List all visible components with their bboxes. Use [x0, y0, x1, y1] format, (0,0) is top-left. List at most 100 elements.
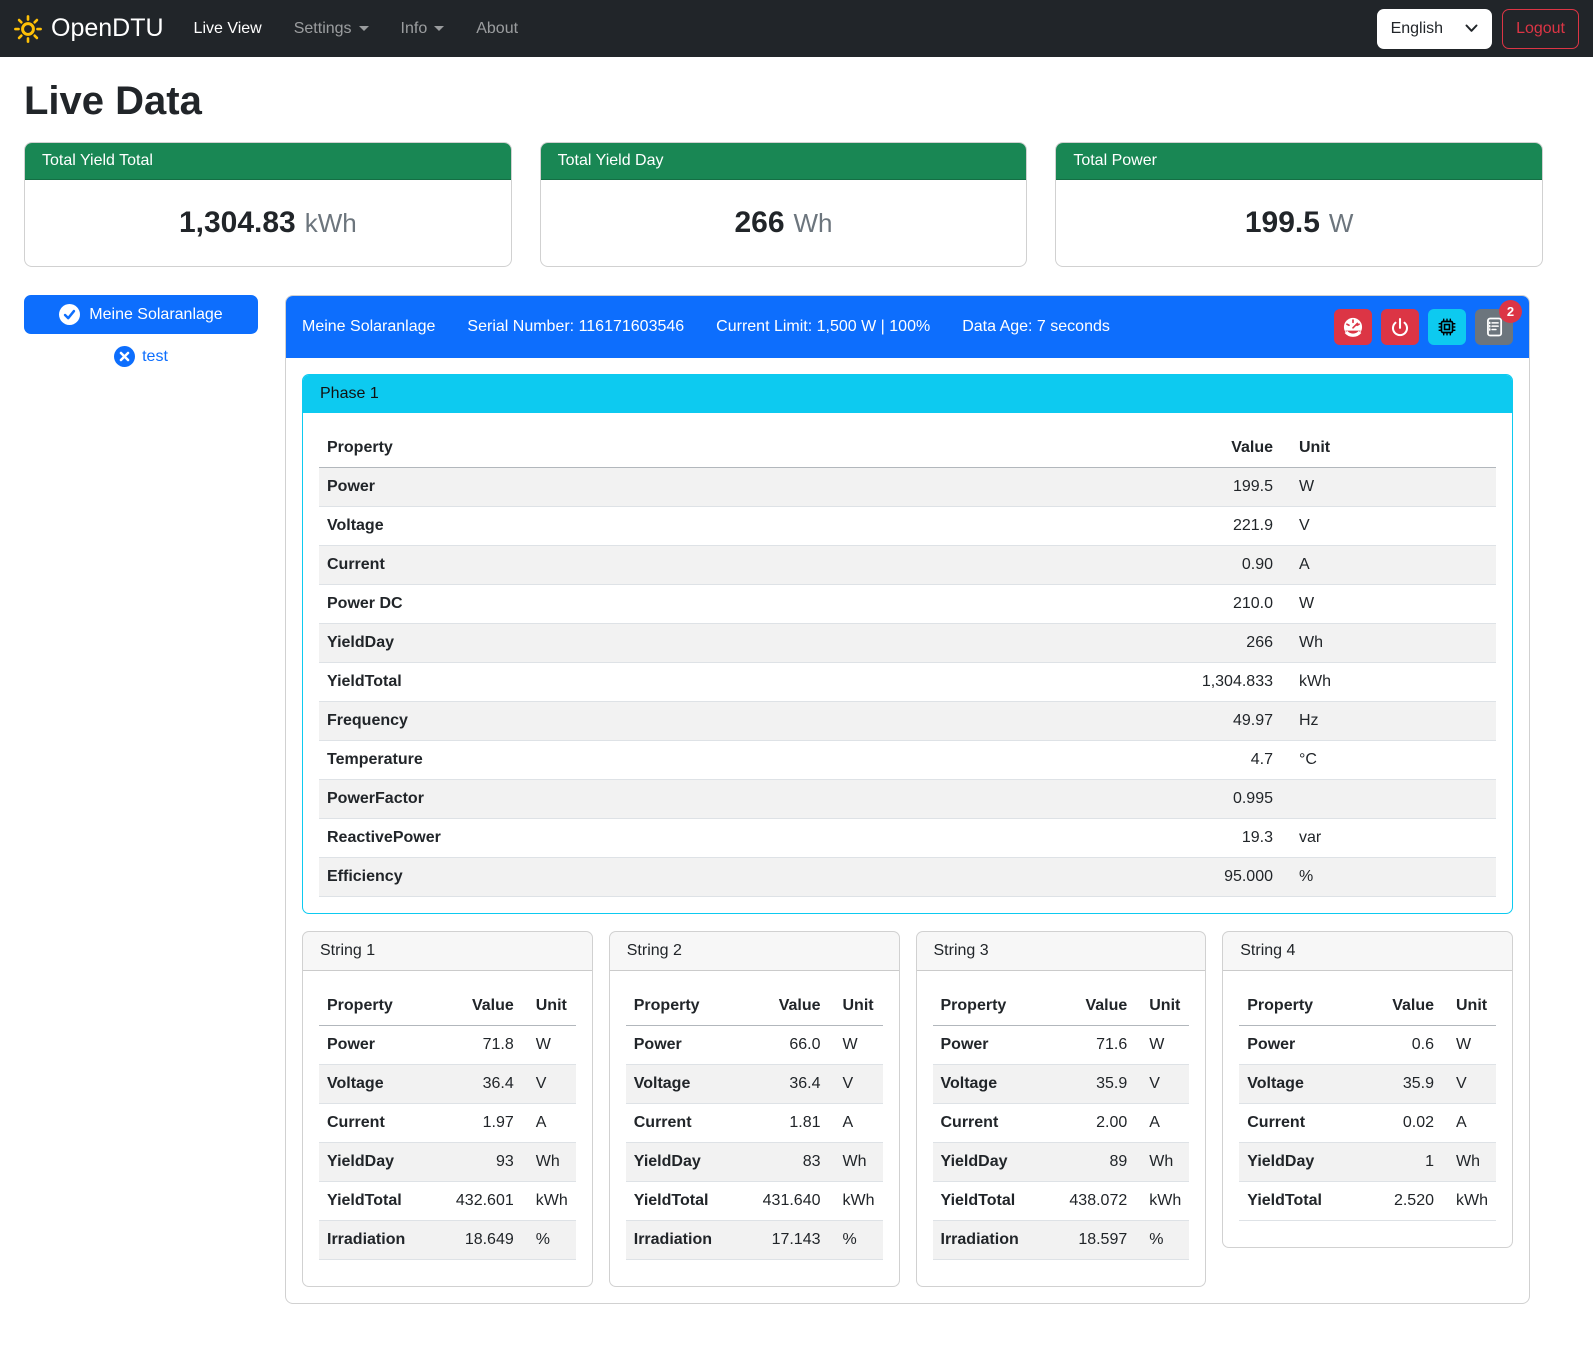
table-row: Current2.00A: [933, 1104, 1190, 1143]
chevron-down-icon: [1465, 24, 1478, 33]
string-2-table-body: Power66.0WVoltage36.4VCurrent1.81AYieldD…: [626, 1026, 883, 1260]
string-3-table-body: Power71.6WVoltage35.9VCurrent2.00AYieldD…: [933, 1026, 1190, 1260]
table-row: YieldTotal438.072kWh: [933, 1182, 1190, 1221]
card-value: 266: [734, 206, 784, 239]
table-row: YieldDay93Wh: [319, 1143, 576, 1182]
phase-table-body: Power199.5WVoltage221.9VCurrent0.90APowe…: [319, 468, 1496, 897]
device-info-button[interactable]: [1428, 309, 1466, 345]
current-limit: Current Limit: 1,500 W | 100%: [716, 318, 930, 336]
table-row: Irradiation18.597%: [933, 1221, 1190, 1260]
table-header-row: Property Value Unit: [319, 429, 1496, 468]
string-title: String 1: [303, 932, 592, 971]
card-unit: kWh: [305, 208, 357, 238]
page-title: Live Data: [24, 79, 1543, 124]
power-icon: [1389, 316, 1411, 338]
card-title: Total Power: [1056, 143, 1542, 180]
table-row: Frequency49.97Hz: [319, 702, 1496, 741]
nav-about[interactable]: About: [460, 12, 534, 46]
event-count-badge: 2: [1499, 300, 1522, 323]
cpu-icon: [1436, 316, 1458, 338]
card-total-power: Total Power 199.5W: [1055, 142, 1543, 267]
table-row: YieldTotal2.520kWh: [1239, 1182, 1496, 1221]
page-container: Live Data Total Yield Total 1,304.83kWh …: [0, 57, 1593, 1336]
col-value: Value: [1141, 429, 1281, 468]
table-row: Voltage36.4V: [319, 1065, 576, 1104]
string-4-table: Property Value Unit Power0.6WVoltage35.9…: [1239, 987, 1496, 1221]
col-property: Property: [933, 987, 1044, 1026]
inverter-actions: 2: [1334, 309, 1513, 345]
table-row: Power DC210.0W: [319, 585, 1496, 624]
table-row: Voltage36.4V: [626, 1065, 883, 1104]
brand[interactable]: OpenDTU: [14, 14, 164, 43]
power-button[interactable]: [1381, 309, 1419, 345]
brand-label: OpenDTU: [51, 14, 164, 43]
language-select[interactable]: English: [1377, 9, 1492, 49]
string-4-panel: String 4 Property Value Unit: [1222, 931, 1513, 1248]
check-circle-icon: [59, 304, 80, 325]
table-header-row: Property Value Unit: [626, 987, 883, 1026]
string-title: String 2: [610, 932, 899, 971]
table-row: ReactivePower19.3var: [319, 819, 1496, 858]
card-value: 199.5: [1245, 206, 1320, 239]
inverter-select-label: Meine Solaranlage: [89, 306, 222, 324]
table-header-row: Property Value Unit: [319, 987, 576, 1026]
inverter-link-label: test: [142, 348, 168, 366]
table-row: YieldDay266Wh: [319, 624, 1496, 663]
phase-title: Phase 1: [303, 375, 1512, 413]
table-row: Voltage35.9V: [1239, 1065, 1496, 1104]
col-property: Property: [626, 987, 737, 1026]
x-circle-icon: [114, 346, 135, 367]
nav-settings[interactable]: Settings: [278, 12, 385, 46]
logout-button[interactable]: Logout: [1502, 9, 1579, 49]
card-total-yield-day: Total Yield Day 266Wh: [540, 142, 1028, 267]
table-row: Current1.97A: [319, 1104, 576, 1143]
table-row: Power66.0W: [626, 1026, 883, 1065]
nav-menu: Live View Settings Info About: [178, 12, 535, 46]
inverter-select-button[interactable]: Meine Solaranlage: [24, 295, 258, 334]
col-unit: Unit: [1135, 987, 1189, 1026]
table-row: Voltage221.9V: [319, 507, 1496, 546]
string-1-panel: String 1 Property Value Unit: [302, 931, 593, 1287]
string-2-panel: String 2 Property Value Unit: [609, 931, 900, 1287]
speedometer-icon: [1342, 316, 1364, 338]
table-header-row: Property Value Unit: [1239, 987, 1496, 1026]
card-unit: Wh: [794, 208, 833, 238]
summary-cards-row: Total Yield Total 1,304.83kWh Total Yiel…: [24, 142, 1543, 267]
card-title: Total Yield Total: [25, 143, 511, 180]
col-property: Property: [319, 429, 1141, 468]
card-total-yield-total: Total Yield Total 1,304.83kWh: [24, 142, 512, 267]
inverter-card-header: Meine Solaranlage Serial Number: 1161716…: [286, 296, 1529, 358]
table-row: Current1.81A: [626, 1104, 883, 1143]
table-row: YieldTotal432.601kWh: [319, 1182, 576, 1221]
col-value: Value: [1350, 987, 1442, 1026]
table-row: Current0.90A: [319, 546, 1496, 585]
nav-live-view[interactable]: Live View: [178, 12, 278, 46]
table-row: YieldTotal431.640kWh: [626, 1182, 883, 1221]
event-log-button[interactable]: 2: [1475, 309, 1513, 345]
sun-icon: [14, 15, 42, 43]
phase-panel: Phase 1 Property Value Unit Power199.5WV…: [302, 374, 1513, 914]
table-row: PowerFactor0.995: [319, 780, 1496, 819]
string-3-panel: String 3 Property Value Unit: [916, 931, 1207, 1287]
col-unit: Unit: [522, 987, 576, 1026]
limit-settings-button[interactable]: [1334, 309, 1372, 345]
table-row: YieldDay89Wh: [933, 1143, 1190, 1182]
inverter-card: Meine Solaranlage Serial Number: 1161716…: [285, 295, 1530, 1304]
inverter-sidebar: Meine Solaranlage test: [24, 295, 258, 367]
table-row: YieldDay1Wh: [1239, 1143, 1496, 1182]
strings-row: String 1 Property Value Unit: [302, 931, 1513, 1287]
string-1-table: Property Value Unit Power71.8WVoltage36.…: [319, 987, 576, 1260]
col-property: Property: [1239, 987, 1350, 1026]
table-row: Irradiation17.143%: [626, 1221, 883, 1260]
inverter-card-body: Phase 1 Property Value Unit Power199.5WV…: [286, 358, 1529, 1303]
table-row: Temperature4.7°C: [319, 741, 1496, 780]
chevron-down-icon: [434, 26, 444, 31]
table-row: Efficiency95.000%: [319, 858, 1496, 897]
col-unit: Unit: [829, 987, 883, 1026]
col-value: Value: [1043, 987, 1135, 1026]
nav-info[interactable]: Info: [385, 12, 461, 46]
table-row: YieldTotal1,304.833kWh: [319, 663, 1496, 702]
table-row: Voltage35.9V: [933, 1065, 1190, 1104]
string-1-table-body: Power71.8WVoltage36.4VCurrent1.97AYieldD…: [319, 1026, 576, 1260]
inverter-link-test[interactable]: test: [24, 346, 258, 367]
